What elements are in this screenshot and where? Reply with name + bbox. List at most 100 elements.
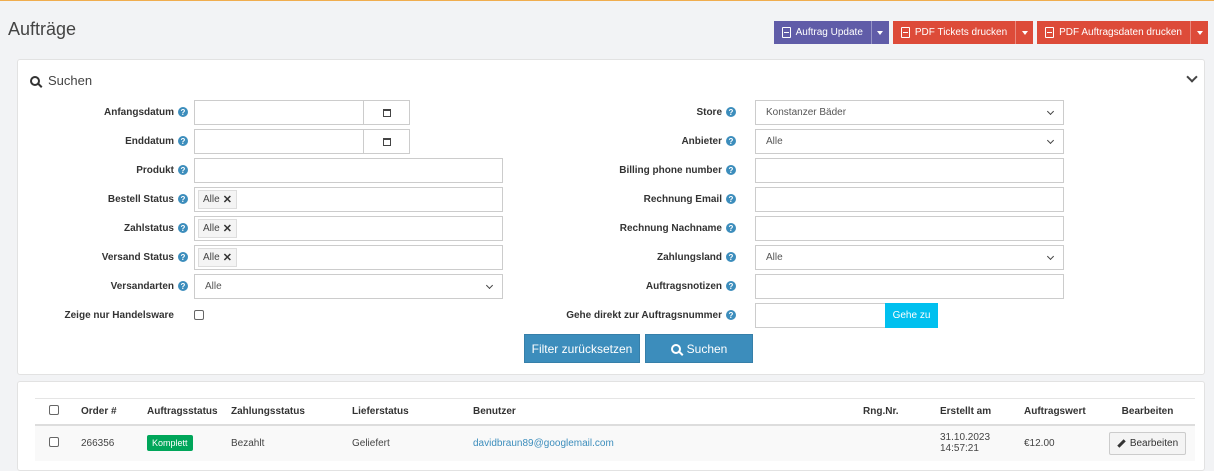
payment-status: Bezahlt (225, 424, 346, 461)
label-versand-status: Versand Status? (58, 245, 188, 269)
calendar-icon (382, 108, 391, 117)
caret-down-icon (1196, 30, 1203, 35)
orders-table-panel: Order # Auftragsstatus Zahlungsstatus Li… (17, 381, 1205, 471)
filter-reset-button[interactable]: Filter zurücksetzen (524, 334, 640, 363)
help-icon: ? (726, 281, 736, 291)
handelsware-checkbox[interactable] (194, 310, 204, 320)
pdf-tickets-group: PDF Tickets drucken (892, 21, 1034, 44)
label-zahlstatus: Zahlstatus? (58, 216, 188, 240)
enddatum-input[interactable] (194, 129, 364, 154)
help-icon: ? (178, 194, 188, 204)
select-value: Alle (205, 281, 222, 292)
auftrag-update-button[interactable]: Auftrag Update (773, 21, 871, 44)
filter-reset-label: Filter zurücksetzen (531, 341, 633, 356)
label-text: Produkt (136, 164, 174, 176)
chevron-down-icon (485, 281, 494, 290)
row-checkbox[interactable] (49, 436, 59, 447)
col-auftragsstatus[interactable]: Auftragsstatus (141, 398, 225, 426)
tag-text: Alle (203, 194, 220, 205)
col-zahlungsstatus[interactable]: Zahlungsstatus (225, 398, 346, 426)
pdf-auftragsdaten-label: PDF Auftragsdaten drucken (1059, 27, 1182, 38)
chevron-down-icon (1046, 107, 1055, 116)
edit-button[interactable]: Bearbeiten (1108, 431, 1187, 455)
zahlungsland-select[interactable]: Alle (755, 245, 1064, 270)
edit-button-label: Bearbeiten (1129, 437, 1179, 449)
table-header-row: Order # Auftragsstatus Zahlungsstatus Li… (35, 398, 1195, 426)
anbieter-select[interactable]: Alle (755, 129, 1064, 154)
help-icon: ? (726, 165, 736, 175)
auftrag-update-dropdown-toggle[interactable] (870, 21, 889, 44)
anfangsdatum-calendar-button[interactable] (363, 100, 410, 125)
bestell-status-multiselect[interactable]: Alle ✕ (194, 187, 503, 212)
pdf-tickets-dropdown-toggle[interactable] (1015, 21, 1034, 44)
order-number: 266356 (75, 424, 141, 461)
label-produkt: Produkt? (58, 158, 188, 182)
label-text: Rechnung Email (643, 193, 722, 205)
label-handelsware: Zeige nur Handelsware (38, 303, 174, 327)
rechnung-nachname-input[interactable] (755, 216, 1064, 241)
tag-text: Alle (203, 223, 220, 234)
label-bestell-status: Bestell Status? (58, 187, 188, 211)
select-all-checkbox[interactable] (49, 404, 59, 415)
auftragsnummer-input[interactable] (755, 303, 886, 328)
col-order[interactable]: Order # (75, 398, 141, 426)
col-lieferstatus[interactable]: Lieferstatus (346, 398, 467, 426)
col-bearbeiten: Bearbeiten (1100, 398, 1195, 426)
status-cell: Komplett (141, 424, 225, 461)
page-title: Aufträge (8, 19, 77, 39)
store-select[interactable]: Konstanzer Bäder (755, 100, 1064, 125)
auftragsnotizen-input[interactable] (755, 274, 1064, 299)
orders-table: Order # Auftragsstatus Zahlungsstatus Li… (35, 398, 1195, 461)
help-icon: ? (178, 165, 188, 175)
label-text: Auftragsnotizen (645, 280, 722, 292)
remove-tag-icon[interactable]: ✕ (223, 222, 232, 235)
chevron-down-icon (1046, 252, 1055, 261)
pdf-icon (1045, 27, 1055, 38)
gehe-zu-button[interactable]: Gehe zu (885, 303, 938, 328)
help-icon: ? (178, 252, 188, 262)
label-text: Gehe direkt zur Auftragsnummer (566, 309, 722, 321)
search-panel-header[interactable]: Suchen (30, 73, 92, 88)
pdf-auftragsdaten-dropdown-toggle[interactable] (1190, 21, 1208, 44)
help-icon: ? (178, 107, 188, 117)
label-enddatum: Enddatum? (58, 129, 188, 153)
label-versandarten: Versandarten? (58, 274, 188, 298)
label-text: Billing phone number (619, 164, 722, 176)
created-time: 14:57:21 (940, 443, 979, 454)
zahlstatus-tag[interactable]: Alle ✕ (198, 219, 237, 238)
versandarten-select[interactable]: Alle (194, 274, 503, 299)
search-button[interactable]: Suchen (645, 334, 753, 363)
rechnung-email-input[interactable] (755, 187, 1064, 212)
pdf-tickets-button[interactable]: PDF Tickets drucken (892, 21, 1016, 44)
collapse-chevron-icon[interactable] (1186, 71, 1198, 83)
produkt-input[interactable] (194, 158, 503, 183)
remove-tag-icon[interactable]: ✕ (223, 193, 232, 206)
versand-status-multiselect[interactable]: Alle ✕ (194, 245, 503, 270)
col-rng-nr[interactable]: Rng.Nr. (857, 398, 934, 426)
help-icon: ? (726, 136, 736, 146)
calendar-icon (382, 137, 391, 146)
zahlstatus-multiselect[interactable]: Alle ✕ (194, 216, 503, 241)
col-auftragswert[interactable]: Auftragswert (1018, 398, 1100, 426)
label-text: Zeige nur Handelsware (64, 309, 174, 321)
label-auftragsnotizen: Auftragsnotizen? (558, 274, 736, 298)
help-icon: ? (726, 107, 736, 117)
pdf-auftragsdaten-button[interactable]: PDF Auftragsdaten drucken (1037, 21, 1190, 44)
invoice-number (857, 424, 934, 461)
table-row: 266356 Komplett Bezahlt Geliefert davidb… (35, 424, 1195, 461)
user-email-link[interactable]: davidbraun89@googlemail.com (473, 438, 614, 449)
help-icon: ? (726, 310, 736, 320)
label-store: Store? (558, 100, 736, 124)
billing-phone-input[interactable] (755, 158, 1064, 183)
versand-status-tag[interactable]: Alle ✕ (198, 248, 237, 267)
col-erstellt-am[interactable]: Erstellt am (934, 398, 1018, 426)
bestell-status-tag[interactable]: Alle ✕ (198, 190, 237, 209)
anfangsdatum-input[interactable] (194, 100, 364, 125)
help-icon: ? (178, 281, 188, 291)
pdf-icon (781, 27, 791, 38)
col-benutzer[interactable]: Benutzer (467, 398, 857, 426)
remove-tag-icon[interactable]: ✕ (223, 251, 232, 264)
enddatum-calendar-button[interactable] (363, 129, 410, 154)
label-text: Versand Status (101, 251, 174, 263)
label-billing-phone: Billing phone number? (558, 158, 736, 182)
